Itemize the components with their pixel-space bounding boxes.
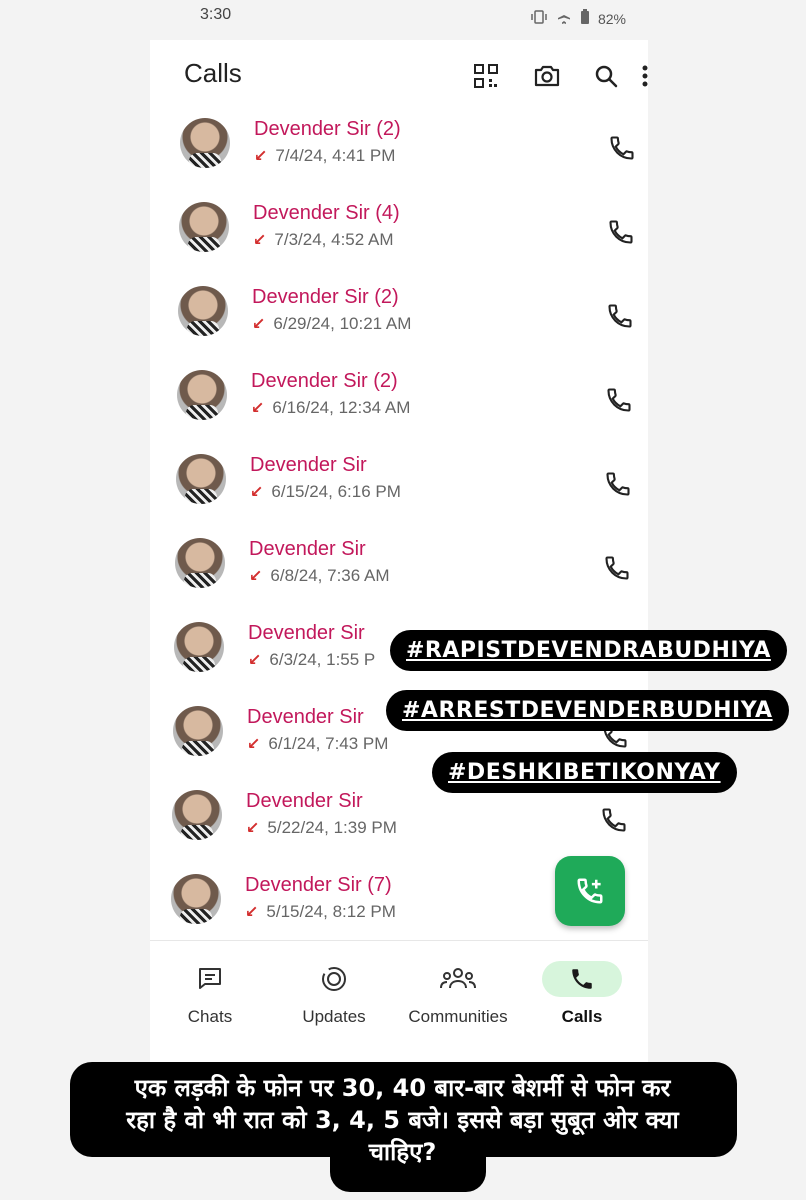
- avatar[interactable]: [178, 286, 228, 336]
- phone-call-icon[interactable]: [606, 302, 634, 330]
- phone-call-icon[interactable]: [603, 554, 631, 582]
- caption-line: रहा है वो भी रात को 3, 4, 5 बजे। इससे बड…: [126, 1106, 679, 1134]
- call-row[interactable]: Devender Sir (4) ↙ 7/3/24, 4:52 AM: [149, 196, 648, 280]
- contact-name: Devender Sir (4): [253, 202, 400, 224]
- phone-call-icon[interactable]: [608, 134, 636, 162]
- contact-name: Devender Sir (2): [254, 118, 401, 140]
- avatar[interactable]: [177, 370, 227, 420]
- phone-screen: Calls Devender Sir (2) ↙ 7/4/24, 4:41 PM: [150, 40, 648, 1080]
- incoming-call-arrow-icon: ↙: [252, 316, 266, 333]
- incoming-call-arrow-icon: ↙: [254, 148, 268, 165]
- nav-updates-label: Updates: [302, 1007, 366, 1026]
- call-row[interactable]: Devender Sir (2) ↙ 6/16/24, 12:34 AM: [147, 364, 648, 448]
- phone-call-icon[interactable]: [607, 218, 635, 246]
- nav-updates[interactable]: Updates: [274, 961, 394, 1027]
- avatar[interactable]: [176, 454, 226, 504]
- status-time: 3:30: [200, 6, 232, 23]
- incoming-call-arrow-icon: ↙: [251, 400, 265, 417]
- call-time: 6/16/24, 12:34 AM: [272, 398, 411, 417]
- call-row[interactable]: Devender Sir ↙ 6/8/24, 7:36 AM: [145, 532, 648, 616]
- nav-communities-label: Communities: [408, 1007, 508, 1026]
- call-time: 5/22/24, 1:39 PM: [267, 818, 397, 837]
- add-call-icon: [577, 878, 603, 904]
- incoming-call-arrow-icon: ↙: [247, 736, 261, 753]
- nav-calls-label: Calls: [561, 1007, 603, 1026]
- call-time: 6/8/24, 7:36 AM: [270, 566, 390, 585]
- incoming-call-arrow-icon: ↙: [245, 904, 259, 921]
- incoming-call-arrow-icon: ↙: [250, 484, 264, 501]
- app-bar: Calls: [150, 40, 648, 110]
- avatar[interactable]: [174, 622, 224, 672]
- call-time: 6/3/24, 1:55 P: [269, 650, 376, 669]
- caption-line: एक लड़की के फोन पर 30, 40 बार-बार बेशर्म…: [134, 1074, 671, 1102]
- bottom-nav: Chats Updates Communities Calls: [150, 940, 648, 1081]
- hashtag-sticker: #DESHKIBETIKONYAY: [432, 752, 737, 793]
- contact-name: Devender Sir: [248, 622, 365, 644]
- contact-name: Devender Sir: [247, 706, 364, 728]
- call-time: 6/1/24, 7:43 PM: [268, 734, 389, 753]
- call-time: 5/15/24, 8:12 PM: [266, 902, 396, 921]
- contact-name: Devender Sir: [250, 454, 367, 476]
- caption-text: एक लड़की के फोन पर 30, 40 बार-बार बेशर्म…: [80, 1072, 725, 1168]
- avatar[interactable]: [171, 874, 221, 924]
- vibrate-icon: [530, 10, 548, 27]
- incoming-call-arrow-icon: ↙: [248, 652, 262, 669]
- call-time: 7/3/24, 4:52 AM: [274, 230, 394, 249]
- battery-icon: [580, 9, 590, 28]
- battery-percent: 82%: [597, 10, 626, 27]
- incoming-call-arrow-icon: ↙: [249, 568, 263, 585]
- call-row[interactable]: Devender Sir (2) ↙ 7/4/24, 4:41 PM: [150, 112, 648, 196]
- incoming-call-arrow-icon: ↙: [253, 232, 267, 249]
- avatar[interactable]: [175, 538, 225, 588]
- contact-name: Devender Sir: [249, 538, 366, 560]
- nav-communities[interactable]: Communities: [398, 961, 518, 1027]
- avatar[interactable]: [172, 790, 222, 840]
- calls-icon: [542, 961, 622, 997]
- contact-name: Devender Sir: [246, 790, 363, 812]
- hashtag-sticker: #ARRESTDEVENDERBUDHIYA: [386, 690, 789, 731]
- avatar[interactable]: [173, 706, 223, 756]
- avatar[interactable]: [179, 202, 229, 252]
- nav-calls[interactable]: Calls: [522, 961, 642, 1027]
- call-list: Devender Sir (2) ↙ 7/4/24, 4:41 PM Devend…: [150, 112, 648, 952]
- qr-code-icon[interactable]: [468, 58, 504, 94]
- call-time: 6/15/24, 6:16 PM: [271, 482, 401, 501]
- call-time: 6/29/24, 10:21 AM: [273, 314, 412, 333]
- search-icon[interactable]: [588, 58, 624, 94]
- incoming-call-arrow-icon: ↙: [246, 820, 260, 837]
- updates-icon: [294, 961, 374, 997]
- avatar[interactable]: [180, 118, 230, 168]
- caption-line: चाहिए?: [368, 1138, 437, 1166]
- contact-name: Devender Sir (2): [251, 370, 398, 392]
- contact-name: Devender Sir (7): [245, 874, 392, 896]
- nav-chats-label: Chats: [187, 1007, 233, 1026]
- airplane-icon: [556, 9, 572, 28]
- hashtag-sticker: #RAPISTDEVENDRABUDHIYA: [390, 630, 787, 671]
- phone-call-icon[interactable]: [605, 386, 633, 414]
- nav-chats[interactable]: Chats: [150, 961, 270, 1027]
- phone-call-icon[interactable]: [604, 470, 632, 498]
- phone-call-icon[interactable]: [600, 806, 628, 834]
- call-row[interactable]: Devender Sir (2) ↙ 6/29/24, 10:21 AM: [148, 280, 648, 364]
- camera-icon[interactable]: [529, 58, 565, 94]
- call-row[interactable]: Devender Sir ↙ 6/15/24, 6:16 PM: [146, 448, 648, 532]
- contact-name: Devender Sir (2): [252, 286, 399, 308]
- status-bar: 3:30 82%: [0, 0, 806, 40]
- page-title: Calls: [184, 58, 242, 88]
- communities-icon: [418, 961, 498, 997]
- chats-icon: [170, 961, 250, 997]
- new-call-fab[interactable]: [555, 856, 625, 926]
- more-options-icon[interactable]: [640, 58, 650, 94]
- call-time: 7/4/24, 4:41 PM: [275, 146, 396, 165]
